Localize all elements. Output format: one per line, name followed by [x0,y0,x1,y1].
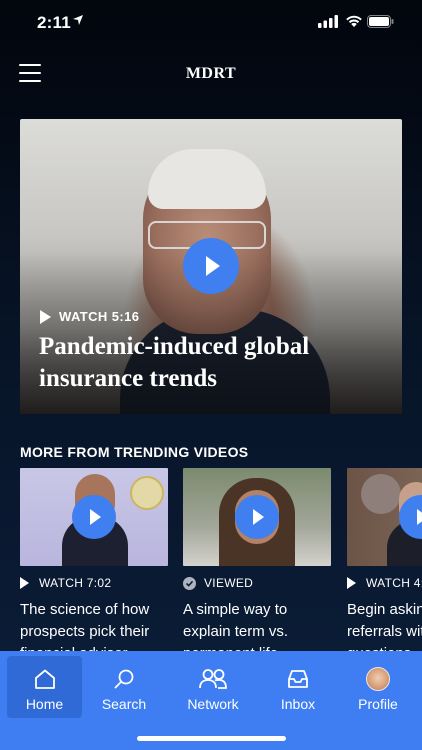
video-thumbnail [347,468,422,566]
tab-inbox[interactable]: Inbox [263,656,333,718]
tab-label: Search [101,696,147,712]
card-title: The science of how prospects pick their … [20,601,150,653]
play-icon [20,577,29,589]
inbox-icon [288,670,308,688]
tab-search[interactable]: Search [89,656,159,718]
card-meta: WATCH 7:02 [20,575,168,591]
hero-watch-label: WATCH 5:16 [40,309,139,324]
tab-label: Inbox [280,696,316,712]
home-icon [34,669,55,689]
card-meta-text: VIEWED [204,576,254,590]
card-title: A simple way to explain term vs. permane… [183,601,289,653]
cellular-signal-icon [318,15,338,28]
avatar [366,667,390,691]
card-meta: WATCH 4:0 [347,575,422,591]
network-icon [199,669,227,689]
check-icon [183,576,196,590]
app-header: MDRT [0,56,422,92]
hero-watch-text: WATCH 5:16 [59,309,140,324]
wifi-icon [346,15,362,27]
tab-label: Network [187,696,239,712]
app-title: MDRT [185,65,237,82]
play-icon [347,577,356,589]
location-arrow-icon [73,15,83,25]
tab-label: Home [25,696,64,712]
play-icon [253,509,264,525]
play-icon [206,256,220,276]
play-button[interactable] [72,495,116,539]
status-time: 2:11 [37,13,71,32]
status-bar: 2:11 [0,0,422,46]
home-indicator [137,736,286,741]
card-meta-text: WATCH 7:02 [39,576,112,590]
play-icon [40,309,51,324]
battery-icon [367,15,394,28]
video-thumbnail [183,468,331,566]
play-button[interactable] [183,238,239,294]
trending-videos-carousel[interactable]: WATCH 7:02 The science of how prospects … [20,468,422,653]
card-meta-text: WATCH 4:0 [366,576,422,590]
background-decor [361,474,401,514]
video-card[interactable]: WATCH 7:02 The science of how prospects … [20,468,168,653]
video-thumbnail [20,468,168,566]
featured-video-card[interactable]: WATCH 5:16 Pandemic-induced global insur… [20,119,402,414]
play-icon [90,509,101,525]
card-title: Begin asking for referrals with question… [347,601,422,653]
hero-title: Pandemic-induced global insurance trends [39,333,310,392]
video-card[interactable]: WATCH 4:0 Begin asking for referrals wit… [347,468,422,653]
play-icon [417,509,422,525]
tab-network[interactable]: Network [176,656,250,718]
video-card[interactable]: VIEWED A simple way to explain term vs. … [183,468,331,653]
tab-home[interactable]: Home [7,656,82,718]
play-button[interactable] [235,495,279,539]
card-meta: VIEWED [183,575,331,591]
tab-profile[interactable]: Profile [343,656,413,718]
section-title: MORE FROM TRENDING VIDEOS [20,444,249,460]
tab-label: Profile [358,696,398,712]
search-icon [114,669,134,689]
seal-graphic [130,476,164,510]
